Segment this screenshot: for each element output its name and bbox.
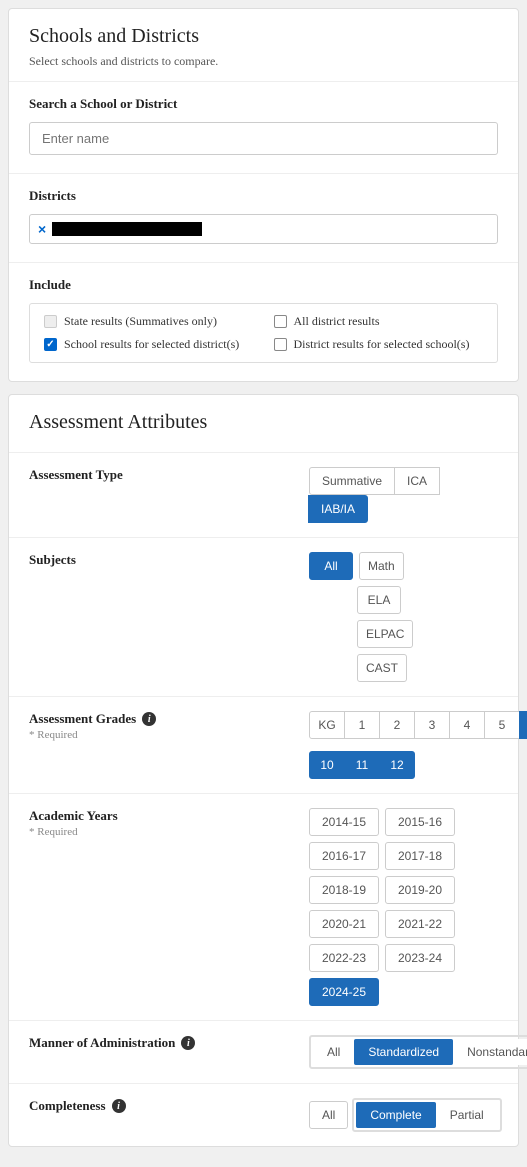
completeness-group: Complete Partial xyxy=(352,1098,501,1132)
include-school-selected-checkbox[interactable] xyxy=(44,338,57,351)
grade-4-button[interactable]: 4 xyxy=(449,711,485,739)
subject-cast-button[interactable]: CAST xyxy=(357,654,407,682)
year-2018-button[interactable]: 2018-19 xyxy=(309,876,379,904)
year-2019-button[interactable]: 2019-20 xyxy=(385,876,455,904)
year-2017-button[interactable]: 2017-18 xyxy=(385,842,455,870)
schools-title: Schools and Districts xyxy=(29,25,498,48)
completeness-row: Completeness i All Complete Partial xyxy=(9,1083,518,1146)
year-2024-button[interactable]: 2024-25 xyxy=(309,978,379,1006)
manner-nonstandardized-button[interactable]: Nonstandardized xyxy=(453,1039,527,1065)
years-required: * Required xyxy=(29,826,309,838)
districts-box[interactable]: × xyxy=(29,214,498,244)
type-ica-button[interactable]: ICA xyxy=(394,467,440,495)
include-district-selected-checkbox[interactable] xyxy=(274,338,287,351)
year-2021-button[interactable]: 2021-22 xyxy=(385,910,455,938)
type-summative-button[interactable]: Summative xyxy=(309,467,395,495)
district-chip-remove-icon[interactable]: × xyxy=(38,221,46,237)
completeness-complete-button[interactable]: Complete xyxy=(356,1102,435,1128)
include-all-district-checkbox[interactable] xyxy=(274,315,287,328)
year-2014-button[interactable]: 2014-15 xyxy=(309,808,379,836)
include-state-checkbox[interactable] xyxy=(44,315,57,328)
grade-5-button[interactable]: 5 xyxy=(484,711,520,739)
include-school-selected-label: School results for selected district(s) xyxy=(64,337,239,352)
manner-row: Manner of Administration i All Standardi… xyxy=(9,1020,518,1083)
include-district-selected-label: District results for selected school(s) xyxy=(294,337,470,352)
schools-districts-panel: Schools and Districts Select schools and… xyxy=(8,8,519,382)
include-box: State results (Summatives only) All dist… xyxy=(29,303,498,363)
search-input[interactable] xyxy=(29,122,498,155)
include-state-row[interactable]: State results (Summatives only) xyxy=(44,314,254,329)
district-chip-label xyxy=(52,222,202,236)
grade-3-button[interactable]: 3 xyxy=(414,711,450,739)
attrs-title: Assessment Attributes xyxy=(29,411,498,434)
subject-ela-button[interactable]: ELA xyxy=(357,586,401,614)
subjects-label: Subjects xyxy=(29,552,309,568)
year-2023-button[interactable]: 2023-24 xyxy=(385,944,455,972)
assessment-type-group: Summative ICA IAB/IA xyxy=(309,467,498,523)
schools-subtitle: Select schools and districts to compare. xyxy=(29,54,498,69)
grades-info-icon[interactable]: i xyxy=(142,712,156,726)
grades-required: * Required xyxy=(29,729,309,741)
include-school-selected-row[interactable]: School results for selected district(s) xyxy=(44,337,254,352)
manner-label: Manner of Administration i xyxy=(29,1035,309,1051)
search-label: Search a School or District xyxy=(29,96,498,112)
include-district-selected-row[interactable]: District results for selected school(s) xyxy=(274,337,484,352)
include-label: Include xyxy=(29,277,498,293)
completeness-info-icon[interactable]: i xyxy=(112,1099,126,1113)
manner-all-button[interactable]: All xyxy=(313,1039,354,1065)
grades-row: Assessment Grades i * Required KG 1 2 3 … xyxy=(9,696,518,793)
assessment-attributes-panel: Assessment Attributes Assessment Type Su… xyxy=(8,394,519,1147)
assessment-type-row: Assessment Type Summative ICA IAB/IA xyxy=(9,452,518,537)
subject-all-button[interactable]: All xyxy=(309,552,353,580)
years-group: 2014-15 2015-16 2016-17 2017-18 2018-19 … xyxy=(309,808,498,1006)
grade-kg-button[interactable]: KG xyxy=(309,711,345,739)
year-2020-button[interactable]: 2020-21 xyxy=(309,910,379,938)
grade-11-button[interactable]: 11 xyxy=(344,751,380,779)
manner-info-icon[interactable]: i xyxy=(181,1036,195,1050)
year-2015-button[interactable]: 2015-16 xyxy=(385,808,455,836)
year-2016-button[interactable]: 2016-17 xyxy=(309,842,379,870)
year-2022-button[interactable]: 2022-23 xyxy=(309,944,379,972)
include-all-district-row[interactable]: All district results xyxy=(274,314,484,329)
manner-group: All Standardized Nonstandardized xyxy=(309,1035,527,1069)
completeness-all-button[interactable]: All xyxy=(309,1101,348,1129)
subjects-row: Subjects All Math ELA ELPAC CAST xyxy=(9,537,518,696)
subject-elpac-button[interactable]: ELPAC xyxy=(357,620,413,648)
grade-12-button[interactable]: 12 xyxy=(379,751,415,779)
assessment-type-label: Assessment Type xyxy=(29,467,309,483)
grade-10-button[interactable]: 10 xyxy=(309,751,345,779)
include-all-district-label: All district results xyxy=(294,314,380,329)
grade-6-button[interactable]: 6 xyxy=(519,711,527,739)
years-label: Academic Years xyxy=(29,808,309,824)
manner-standardized-button[interactable]: Standardized xyxy=(354,1039,453,1065)
years-row: Academic Years * Required 2014-15 2015-1… xyxy=(9,793,518,1020)
completeness-partial-button[interactable]: Partial xyxy=(436,1102,498,1128)
include-state-label: State results (Summatives only) xyxy=(64,314,217,329)
subjects-group: All Math ELA ELPAC CAST xyxy=(309,552,449,682)
grades-label: Assessment Grades i xyxy=(29,711,309,727)
completeness-label: Completeness i xyxy=(29,1098,309,1114)
type-iab-button[interactable]: IAB/IA xyxy=(308,495,368,523)
districts-label: Districts xyxy=(29,188,498,204)
grade-2-button[interactable]: 2 xyxy=(379,711,415,739)
grade-1-button[interactable]: 1 xyxy=(344,711,380,739)
subject-math-button[interactable]: Math xyxy=(359,552,404,580)
